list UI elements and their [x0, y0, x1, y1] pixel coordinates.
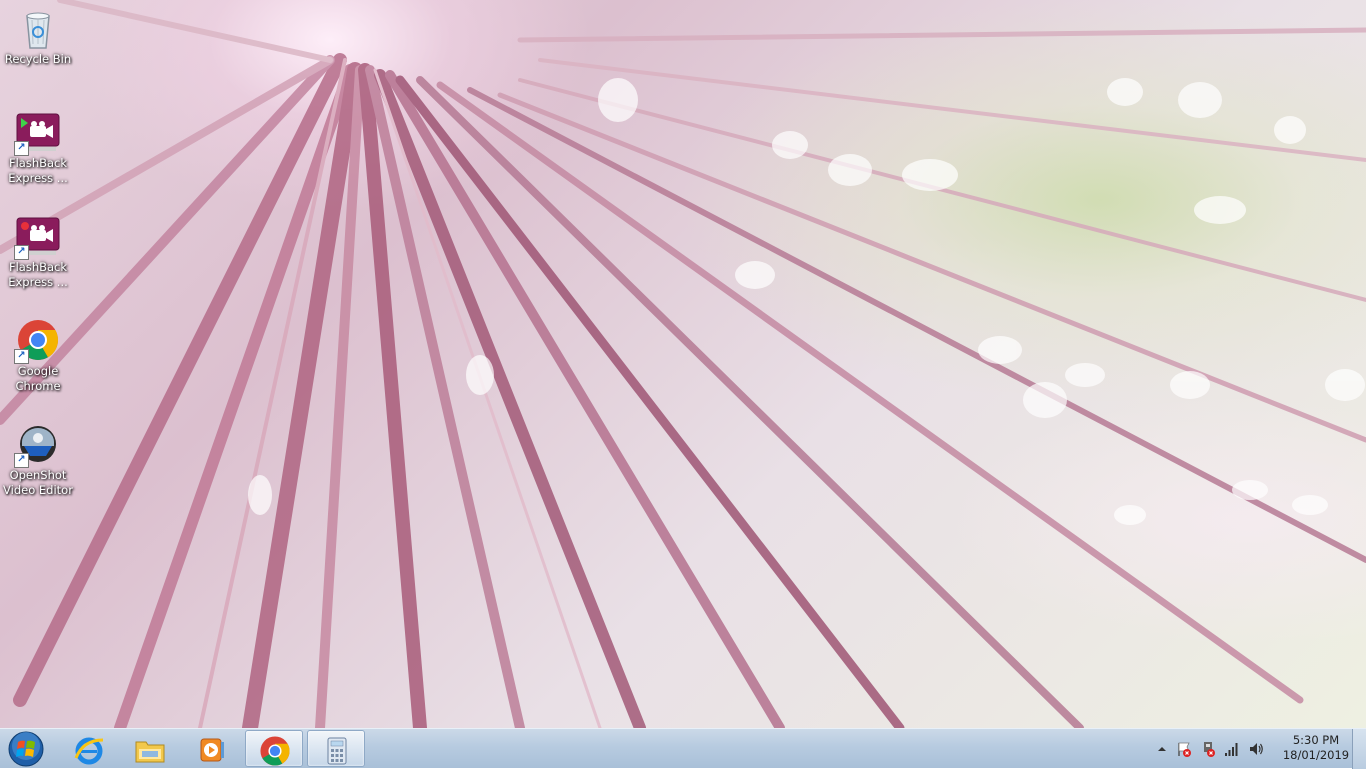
taskbar-google-chrome[interactable]	[245, 730, 303, 767]
taskbar: 5:30 PM 18/01/2019	[0, 728, 1366, 769]
clock[interactable]: 5:30 PM 18/01/2019	[1278, 733, 1354, 763]
flashback-recorder-icon: ↗	[14, 214, 60, 260]
windows-orb-icon	[8, 731, 44, 767]
desktop-icon-label-line2: Express ...	[8, 275, 68, 289]
desktop-icon-label-line1: Google	[17, 364, 59, 378]
calculator-icon	[327, 737, 347, 765]
desktop-icon-label-line2: Chrome	[15, 379, 61, 393]
show-hidden-icons-arrow[interactable]	[1154, 741, 1170, 757]
taskbar-calculator[interactable]	[307, 730, 365, 767]
volume-icon[interactable]	[1248, 741, 1264, 757]
safely-remove-hardware-icon[interactable]	[1200, 741, 1216, 757]
desktop-icon-label-line1: FlashBack	[8, 260, 68, 274]
shortcut-arrow-icon: ↗	[14, 349, 29, 364]
desktop-icon-label-line2: Express ...	[8, 171, 68, 185]
desktop-icon-google-chrome[interactable]: ↗ Google Chrome	[2, 312, 74, 408]
clock-date: 18/01/2019	[1282, 748, 1350, 762]
openshot-icon: ↗	[14, 422, 60, 468]
desktop-icon-label-line1: OpenShot	[9, 468, 67, 482]
desktop-icon-flashback-recorder[interactable]: ↗ FlashBack Express ...	[2, 208, 74, 304]
desktop-icon-label: Recycle Bin	[4, 52, 72, 66]
flashback-player-icon: ↗	[14, 110, 60, 156]
desktop-icon-label-line1: FlashBack	[8, 156, 68, 170]
start-button[interactable]	[6, 730, 46, 768]
action-center-flag-icon[interactable]	[1176, 741, 1192, 757]
shortcut-arrow-icon: ↗	[14, 453, 29, 468]
taskbar-windows-explorer[interactable]	[121, 730, 179, 767]
recycle-bin-icon	[16, 6, 60, 50]
taskbar-internet-explorer[interactable]	[60, 730, 118, 767]
desktop-icon-flashback-player[interactable]: ↗ FlashBack Express ...	[2, 104, 74, 200]
media-player-icon	[200, 738, 224, 762]
shortcut-arrow-icon: ↗	[14, 245, 29, 260]
windows-explorer-icon	[135, 741, 165, 763]
desktop-wallpaper	[0, 0, 1366, 728]
desktop-icon-recycle-bin[interactable]: Recycle Bin	[2, 0, 74, 96]
internet-explorer-icon	[74, 737, 104, 765]
show-desktop-button[interactable]	[1352, 729, 1366, 769]
chrome-icon	[260, 736, 290, 766]
desktop-icon-label-line2: Video Editor	[3, 483, 73, 497]
desktop-icon-openshot[interactable]: ↗ OpenShot Video Editor	[2, 416, 74, 512]
network-signal-icon[interactable]	[1224, 741, 1240, 757]
shortcut-arrow-icon: ↗	[14, 141, 29, 156]
system-tray: 5:30 PM 18/01/2019	[1148, 729, 1366, 769]
chrome-icon: ↗	[14, 318, 60, 364]
wallpaper-stems	[0, 0, 1366, 728]
taskbar-media-player[interactable]	[182, 730, 240, 767]
clock-time: 5:30 PM	[1292, 733, 1340, 747]
